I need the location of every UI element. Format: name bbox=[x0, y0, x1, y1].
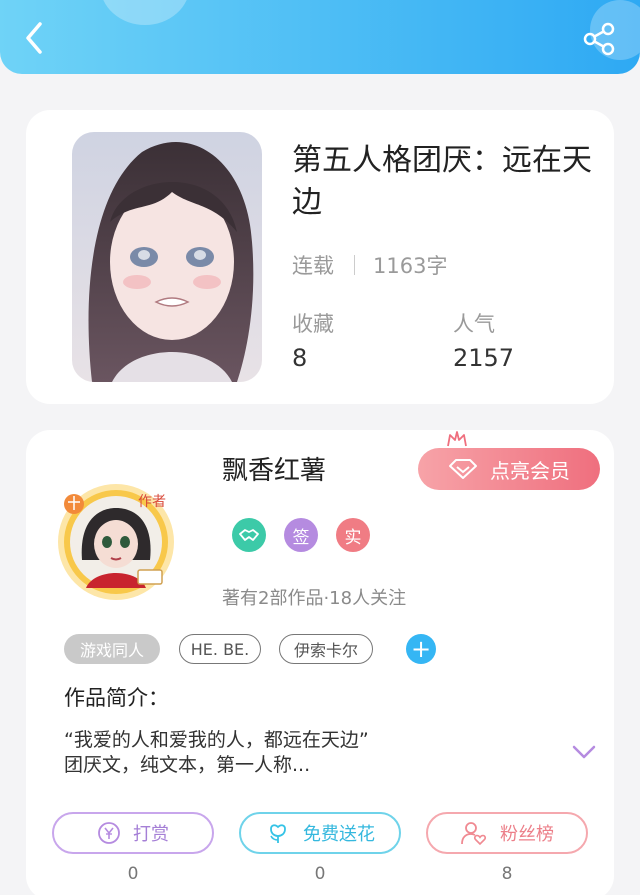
add-tag-button[interactable]: + bbox=[406, 634, 436, 664]
book-cover-image[interactable] bbox=[72, 132, 262, 382]
author-avatar[interactable]: 作者 bbox=[54, 480, 178, 604]
tag-character[interactable]: 伊索卡尔 bbox=[279, 634, 373, 664]
chevron-down-icon bbox=[572, 745, 596, 759]
favorites-value: 8 bbox=[292, 344, 308, 372]
yen-coin-icon bbox=[98, 822, 120, 844]
favorites-label: 收藏 bbox=[292, 312, 334, 336]
divider bbox=[354, 255, 355, 275]
send-flower-button[interactable]: 免费送花 bbox=[239, 812, 401, 854]
real-badge[interactable]: 实 bbox=[336, 518, 370, 552]
fans-count: 8 bbox=[501, 864, 513, 884]
decorative-bubble bbox=[100, 0, 190, 25]
send-flower-label: 免费送花 bbox=[303, 824, 375, 845]
fans-ranking-label: 粉丝榜 bbox=[500, 824, 554, 845]
tip-button-label: 打赏 bbox=[133, 824, 169, 845]
intro-line-2: 团厌文，纯文本，第一人称... bbox=[64, 754, 311, 776]
author-name[interactable]: 飘香红薯 bbox=[222, 450, 326, 487]
handshake-icon bbox=[239, 529, 259, 541]
share-button[interactable] bbox=[580, 22, 618, 56]
popularity-value: 2157 bbox=[453, 344, 515, 372]
intro-title: 作品简介： bbox=[64, 686, 169, 710]
author-card: 作者 飘香红薯 点亮会员 签 实 著有2部作品·18人关注 游戏同人 HE. B… bbox=[26, 430, 614, 895]
intro-text: “我爱的人和爱我的人，都远在天边” 团厌文，纯文本，第一人称... bbox=[64, 728, 544, 778]
book-status: 连载 bbox=[292, 254, 334, 278]
diamond-icon bbox=[449, 459, 477, 479]
popularity-label: 人气 bbox=[453, 312, 495, 336]
flower-count: 0 bbox=[314, 864, 326, 884]
share-icon bbox=[583, 22, 615, 56]
crown-icon bbox=[447, 431, 467, 447]
back-chevron-icon bbox=[26, 22, 42, 54]
back-button[interactable] bbox=[18, 18, 54, 58]
tag-ending[interactable]: HE. BE. bbox=[179, 634, 261, 664]
author-avatar-badge: 作者 bbox=[138, 494, 166, 510]
book-title: 第五人格团厌：远在天边 bbox=[292, 143, 592, 220]
tip-count: 0 bbox=[127, 864, 139, 884]
book-word-count: 1163字 bbox=[373, 254, 448, 278]
flower-icon bbox=[270, 824, 286, 843]
header-bar bbox=[0, 0, 640, 74]
book-info-card: 第五人格团厌：远在天边 连载 1163字 收藏 8 人气 2157 bbox=[26, 110, 614, 404]
intro-line-1: “我爱的人和爱我的人，都远在天边” bbox=[64, 729, 369, 751]
author-works-info: 著有2部作品·18人关注 bbox=[222, 588, 407, 609]
tip-button[interactable]: 打赏 bbox=[52, 812, 214, 854]
book-meta: 连载 1163字 bbox=[292, 250, 447, 280]
user-heart-icon bbox=[461, 822, 487, 846]
expand-intro-button[interactable] bbox=[570, 742, 598, 762]
fans-ranking-button[interactable]: 粉丝榜 bbox=[426, 812, 588, 854]
vip-button[interactable]: 点亮会员 bbox=[418, 448, 600, 490]
handshake-badge[interactable] bbox=[232, 518, 266, 552]
tag-game-fanfic[interactable]: 游戏同人 bbox=[64, 634, 160, 664]
vip-button-label: 点亮会员 bbox=[490, 458, 570, 483]
plus-icon: + bbox=[410, 635, 432, 663]
sign-badge[interactable]: 签 bbox=[284, 518, 318, 552]
